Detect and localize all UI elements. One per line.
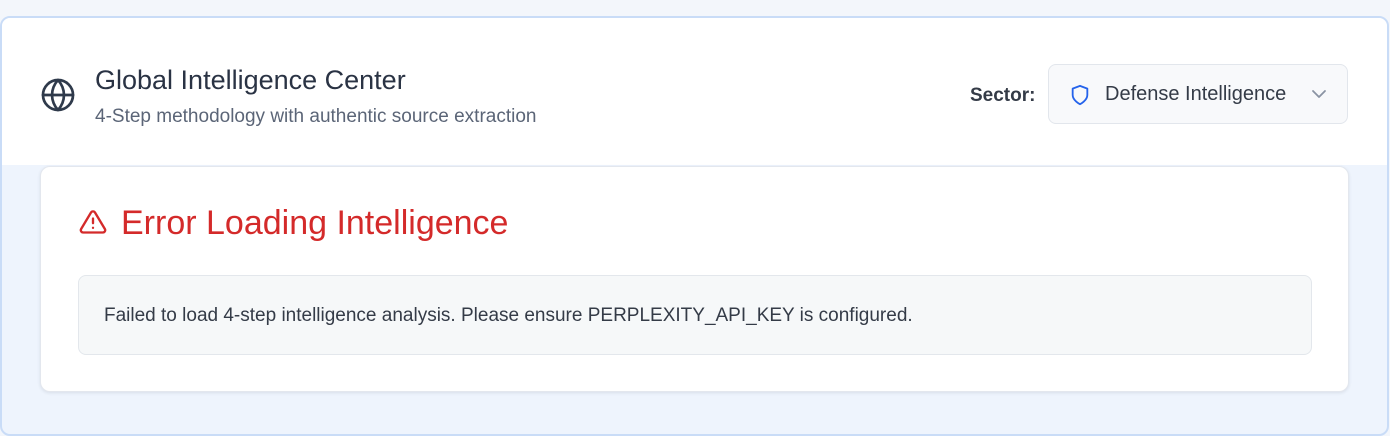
page-subtitle: 4-Step methodology with authentic source… [95,106,537,127]
error-card: Error Loading Intelligence Failed to loa… [40,166,1349,392]
shield-icon [1069,83,1091,107]
intelligence-panel: Global Intelligence Center 4-Step method… [0,16,1389,436]
error-message-box: Failed to load 4-step intelligence analy… [78,275,1312,355]
error-title: Error Loading Intelligence [121,204,509,242]
error-message: Failed to load 4-step intelligence analy… [104,305,913,326]
sector-select-value: Defense Intelligence [1105,83,1287,105]
chevron-down-icon [1311,87,1327,101]
panel-header: Global Intelligence Center 4-Step method… [2,18,1387,165]
alert-triangle-icon [78,208,108,236]
sector-select[interactable]: Defense Intelligence [1048,64,1348,124]
page-title: Global Intelligence Center [95,65,406,95]
sector-label: Sector: [970,85,1036,106]
globe-icon [40,77,76,113]
